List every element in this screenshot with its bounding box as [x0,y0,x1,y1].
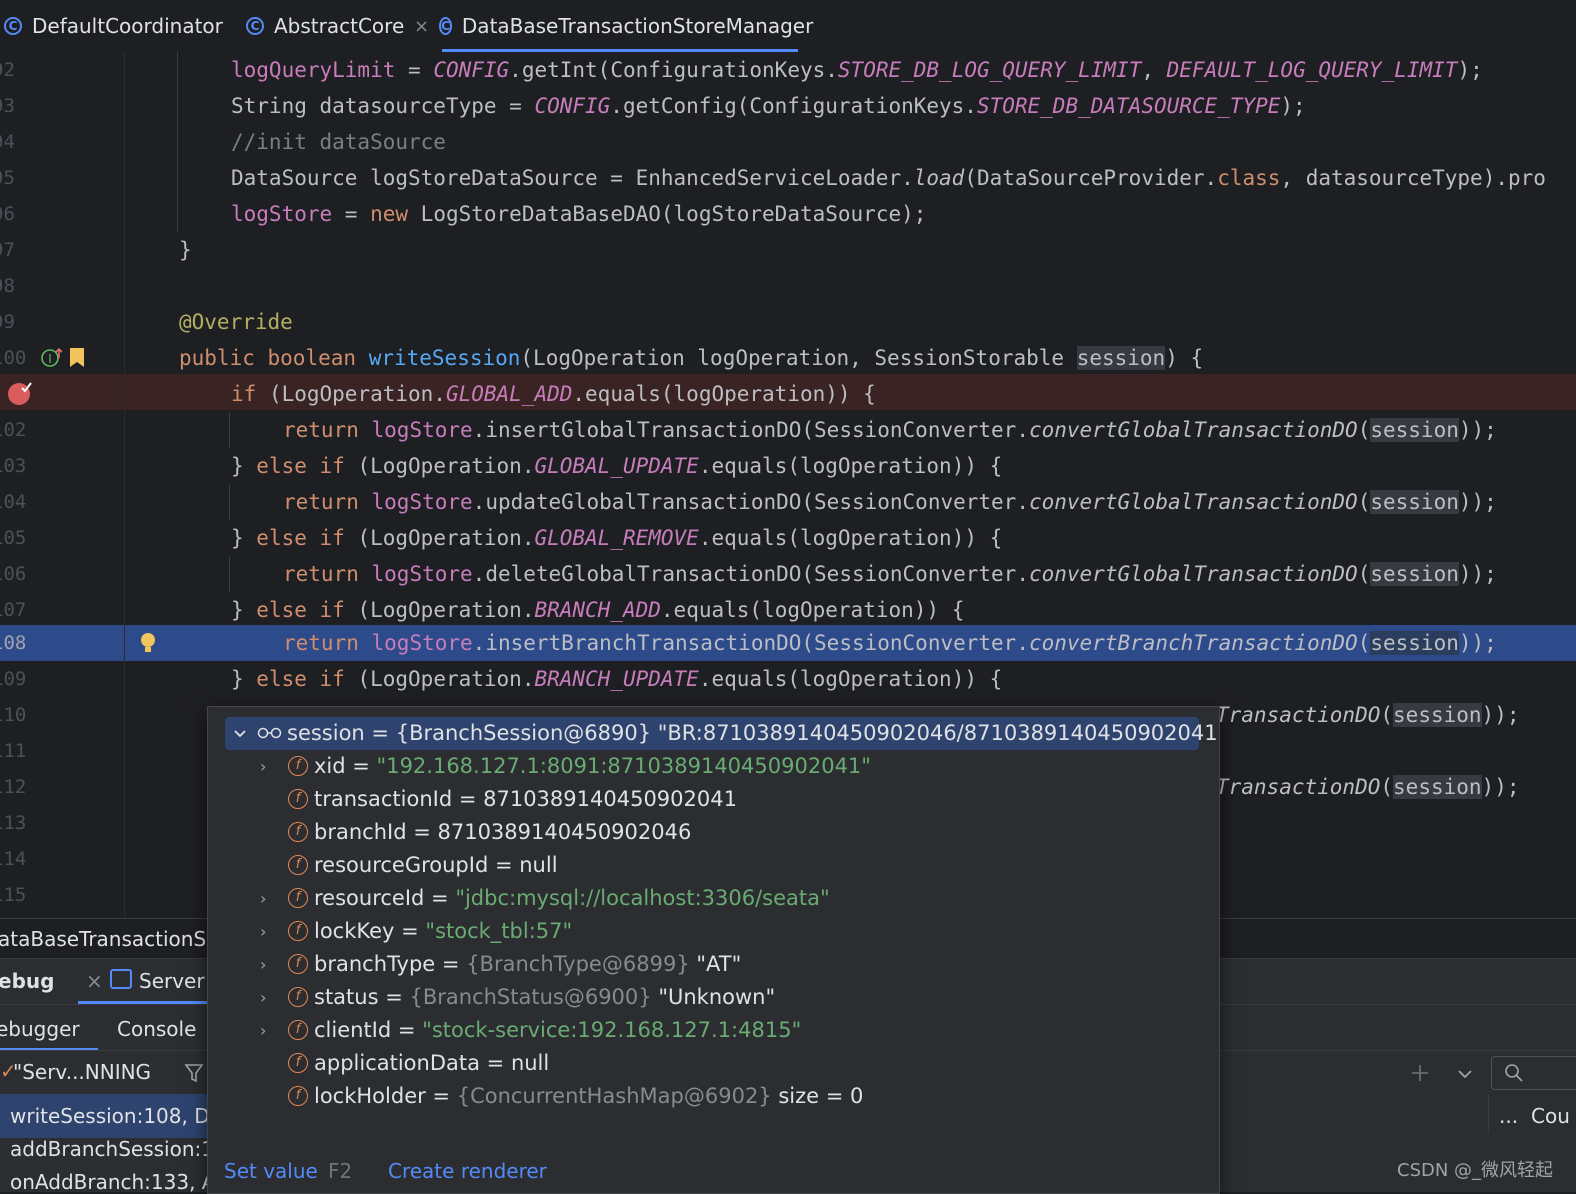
field-icon: f [288,1020,308,1040]
tree-node-field[interactable]: › f lockKey = "stock_tbl:57" [208,915,1219,948]
variable-value: {BranchSession@6890} "BR:871038914045090… [395,721,1220,745]
code-line-99: @Override [179,310,293,334]
code-line-109: } else if (LogOperation.BRANCH_UPDATE.eq… [231,667,1003,691]
tree-node-session[interactable]: session = {BranchSession@6890} "BR:87103… [225,717,1219,750]
chevron-down-icon[interactable] [1456,1067,1474,1081]
tab-databasetransactionstoremanager[interactable]: × C DataBaseTransactionStoreManager [414,0,813,52]
tree-node-field[interactable]: f lockHolder = {ConcurrentHashMap@6902} … [208,1080,1219,1113]
tab-debugger[interactable]: ebugger [0,1017,80,1041]
class-icon: C [4,17,22,35]
tree-node-field[interactable]: › f branchType = {BranchType@6899} "AT" [208,948,1219,981]
class-icon: C [246,17,264,35]
code-line-97: } [179,238,192,262]
chevron-right-icon[interactable]: › [260,882,266,915]
tree-node-field[interactable]: › f xid = "192.168.127.1:8091:8710389140… [208,750,1219,783]
tab-defaultcoordinator[interactable]: C DefaultCoordinator [4,0,223,52]
line-number: 111 [0,740,27,762]
code-line-108: return logStore.insertBranchTransactionD… [283,631,1497,655]
add-watch-icon[interactable] [1410,1063,1434,1085]
watermark: CSDN @_微风轻起 [1397,1160,1554,1181]
field-icon: f [288,987,308,1007]
server-icon [110,969,132,989]
field-icon: f [288,855,308,875]
tree-node-field[interactable]: f applicationData = null [208,1047,1219,1080]
watch-glasses-icon [257,727,282,739]
variable-name: session [287,721,365,745]
tab-abstractcore[interactable]: C AbstractCore [246,0,404,52]
code-line-102: return logStore.insertGlobalTransactionD… [283,418,1497,442]
field-icon: f [288,1086,308,1106]
chevron-down-icon[interactable] [233,728,247,740]
code-line-105: } else if (LogOperation.GLOBAL_REMOVE.eq… [231,526,1003,550]
code-line-94: //init dataSource [231,130,446,154]
field-icon: f [288,822,308,842]
popup-footer: Set value F2 Create renderer [208,1149,1219,1193]
line-number: 98 [0,275,15,297]
code-line-96: logStore = new LogStoreDataBaseDAO(logSt… [231,202,927,226]
tree-node-field[interactable]: › f clientId = "stock-service:192.168.12… [208,1014,1219,1047]
tab-label: DataBaseTransactionStoreManager [461,14,814,38]
field-icon: f [288,888,308,908]
frame-item[interactable]: writeSession:108, D [10,1104,210,1128]
create-renderer-link[interactable]: Create renderer [388,1149,547,1193]
code-line-95: DataSource logStoreDataSource = Enhanced… [231,166,1546,190]
chevron-right-icon[interactable]: › [260,750,266,783]
code-line-92: logQueryLimit = CONFIG.getInt(Configurat… [231,58,1483,82]
tree-node-field[interactable]: f transactionId = 8710389140450902041 [208,783,1219,816]
tab-label: DefaultCoordinator [32,14,223,38]
shortcut-hint: F2 [328,1159,353,1183]
chevron-right-icon[interactable]: › [260,981,266,1014]
line-number: 114 [0,848,27,870]
code-line-93: String datasourceType = CONFIG.getConfig… [231,94,1306,118]
field-icon: f [288,789,308,809]
code-line-104: return logStore.updateGlobalTransactionD… [283,490,1497,514]
overflow-ellipsis[interactable]: ... [1499,1104,1518,1128]
thread-selector[interactable]: "Serv...NNING [13,1060,151,1084]
code-line-103: } else if (LogOperation.GLOBAL_UPDATE.eq… [231,454,1003,478]
code-line-101: if (LogOperation.GLOBAL_ADD.equals(logOp… [231,382,876,406]
code-line-107: } else if (LogOperation.BRANCH_ADD.equal… [231,598,965,622]
line-number: 113 [0,812,27,834]
class-icon: C [439,17,452,35]
filter-icon[interactable] [184,1062,204,1084]
set-value-link[interactable]: Set value [224,1149,318,1193]
tree-node-field[interactable]: › f resourceId = "jdbc:mysql://localhost… [208,882,1219,915]
editor-tab-bar: C DefaultCoordinator C AbstractCore × C … [0,0,1576,53]
code-line-106: return logStore.deleteGlobalTransactionD… [283,562,1497,586]
close-icon[interactable]: × [414,16,429,37]
tree-node-field[interactable]: f resourceGroupId = null [208,849,1219,882]
frame-item[interactable]: onAddBranch:133, A [10,1170,216,1194]
divider [1488,1094,1489,1134]
tab-console[interactable]: Console [117,1017,196,1041]
frame-item[interactable]: addBranchSession:1 [10,1137,214,1161]
field-icon: f [288,756,308,776]
chevron-right-icon[interactable]: › [260,1014,266,1047]
tab-debug[interactable]: ebug [0,969,54,993]
variable-inspector-popup[interactable]: session = {BranchSession@6890} "BR:87103… [207,706,1220,1194]
tab-server[interactable]: Server [139,969,205,993]
tree-node-field[interactable]: › f status = {BranchStatus@6900} "Unknow… [208,981,1219,1014]
code-line-100: public boolean writeSession(LogOperation… [179,346,1204,370]
close-icon[interactable]: × [86,969,103,993]
search-icon [1505,1064,1523,1082]
search-input[interactable] [1491,1056,1576,1090]
line-number: 115 [0,884,27,906]
chevron-right-icon[interactable]: › [260,948,266,981]
tab-label: AbstractCore [274,14,405,38]
field-icon: f [288,921,308,941]
tree-node-field[interactable]: f branchId = 8710389140450902046 [208,816,1219,849]
breadcrumb-item[interactable]: ataBaseTransactionS [0,919,206,959]
field-icon: f [288,954,308,974]
field-icon: f [288,1053,308,1073]
chevron-right-icon[interactable]: › [260,915,266,948]
column-header-count: Cou [1531,1104,1570,1128]
